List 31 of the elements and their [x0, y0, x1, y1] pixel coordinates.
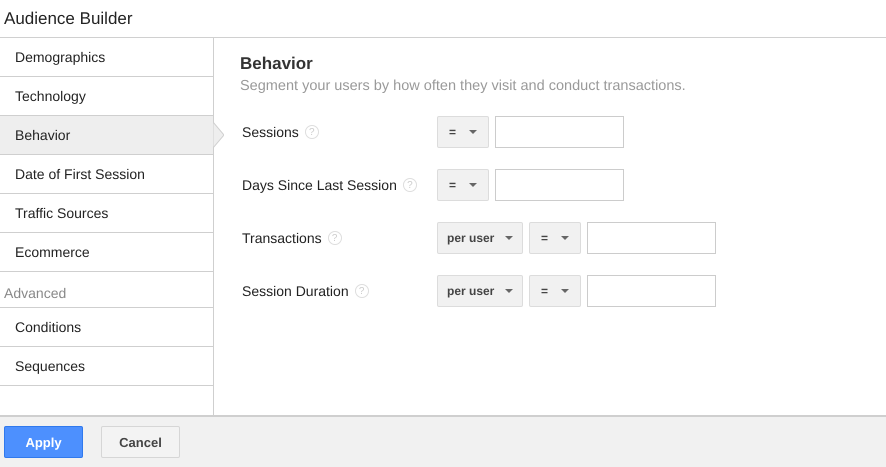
sidebar-item[interactable]: Conditions: [0, 308, 213, 347]
panel-subtitle: Segment your users by how often they visit and conduct transactions.: [240, 78, 687, 94]
dropdown[interactable]: per user: [437, 275, 523, 307]
input-field[interactable]: [587, 275, 716, 307]
dropdown[interactable]: =: [437, 169, 489, 201]
caret-icon: [505, 289, 513, 293]
sidebar-item[interactable]: Traffic Sources: [0, 194, 213, 233]
field-label: Session Duration: [242, 283, 349, 299]
window-title: Audience Builder: [4, 8, 133, 28]
dropdown[interactable]: =: [529, 222, 581, 254]
dropdown[interactable]: per user: [437, 222, 523, 254]
sidebar-item[interactable]: Sequences: [0, 347, 213, 386]
caret-icon: [469, 130, 477, 134]
input-field[interactable]: [587, 222, 716, 254]
sidebar-item[interactable]: Ecommerce: [0, 233, 213, 272]
cancel-button[interactable]: Cancel: [101, 426, 180, 458]
input-field[interactable]: [495, 116, 624, 148]
dropdown[interactable]: =: [529, 275, 581, 307]
field-label: Days Since Last Session: [242, 177, 397, 193]
caret-icon: [561, 289, 569, 293]
field-label: Transactions: [242, 230, 322, 246]
dropdown[interactable]: =: [437, 116, 489, 148]
caret-icon: [469, 183, 477, 187]
sidebar-item[interactable]: Demographics: [0, 38, 213, 77]
caret-icon: [561, 236, 569, 240]
section-heading: Advanced: [0, 272, 213, 308]
input-field[interactable]: [495, 169, 624, 201]
sidebar-item[interactable]: Date of First Session: [0, 155, 213, 194]
field-label: Sessions: [242, 124, 299, 140]
caret-icon: [505, 236, 513, 240]
panel-title: Behavior: [240, 54, 314, 74]
